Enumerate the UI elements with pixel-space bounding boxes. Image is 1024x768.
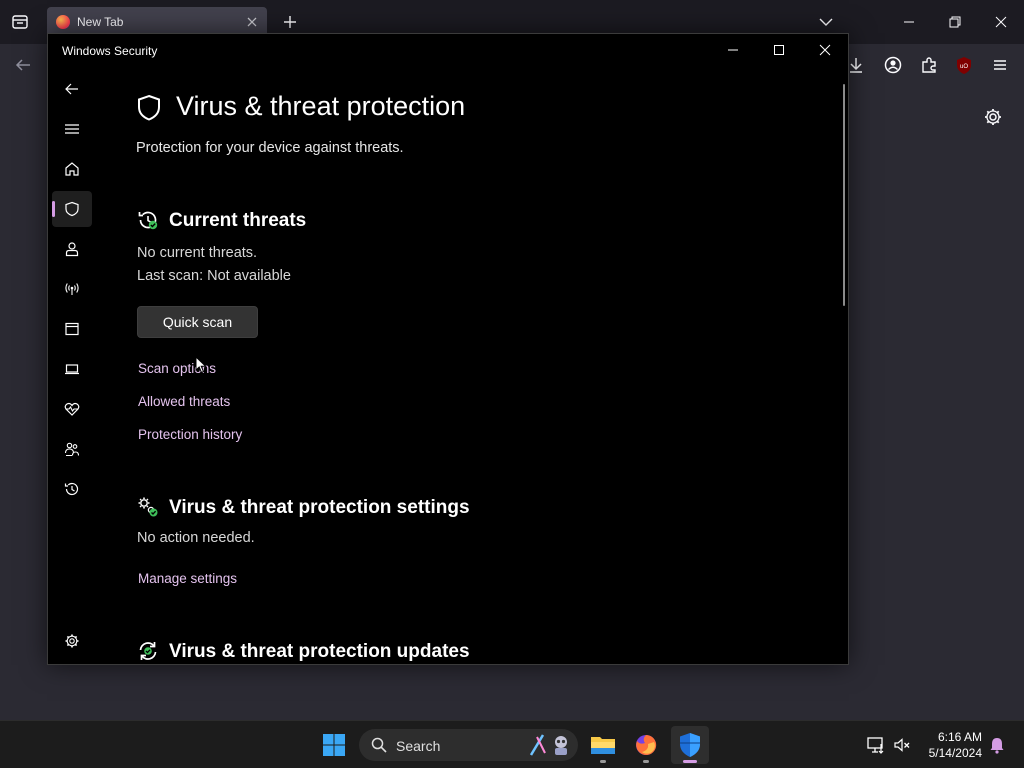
menu-icon (65, 124, 79, 134)
search-highlight-icon (529, 734, 567, 756)
protection-updates-title: Virus & threat protection updates (169, 641, 470, 662)
close-icon (819, 44, 831, 56)
taskbar-file-explorer[interactable] (584, 726, 622, 764)
taskbar-search-box[interactable]: Search (359, 729, 578, 761)
close-tab-icon[interactable] (243, 13, 261, 31)
page-shield-icon (138, 94, 160, 121)
device-health-icon (64, 402, 80, 416)
search-icon (371, 737, 387, 753)
nav-family-options[interactable] (52, 431, 92, 467)
protection-history-icon (64, 482, 79, 496)
network-remote-icon[interactable] (866, 735, 886, 755)
mouse-pointer-icon (195, 356, 207, 374)
browser-tab-title: New Tab (77, 15, 124, 29)
device-security-icon (65, 364, 79, 375)
protection-settings-status: No action needed. (137, 530, 255, 546)
active-nav-indicator (52, 201, 55, 217)
back-icon (65, 83, 78, 95)
running-indicator (643, 760, 649, 763)
browser-restore-icon[interactable] (932, 7, 978, 37)
menu-button[interactable] (52, 111, 92, 147)
minimize-icon (728, 49, 738, 51)
clock-date[interactable]: 5/14/2024 (918, 746, 982, 760)
notification-bell-icon[interactable] (987, 735, 1007, 755)
new-tab-plus-icon[interactable] (280, 12, 300, 32)
protection-settings-title: Virus & threat protection settings (169, 497, 470, 518)
allowed-threats-link[interactable]: Allowed threats (138, 394, 230, 409)
page-title: Virus & threat protection (176, 91, 466, 121)
file-explorer-icon (591, 737, 615, 754)
current-threats-status: No current threats. (137, 245, 258, 261)
active-app-indicator (683, 760, 697, 763)
search-label: Search (396, 738, 441, 754)
hamburger-menu-icon[interactable] (989, 54, 1011, 76)
taskbar-firefox[interactable] (627, 726, 665, 764)
shield-icon (65, 201, 79, 217)
protection-updates-icon (139, 642, 157, 660)
back-button[interactable] (52, 71, 92, 107)
window-title: Windows Security (62, 44, 158, 58)
nav-virus-threat-protection[interactable] (52, 191, 92, 227)
home-icon (65, 162, 79, 176)
nav-settings[interactable] (52, 623, 92, 659)
browser-minimize-icon[interactable] (886, 7, 932, 37)
account-circle-icon[interactable] (882, 54, 904, 76)
maximize-icon (774, 45, 784, 55)
nav-account-protection[interactable] (52, 231, 92, 267)
windows-security-shield-icon (680, 733, 700, 757)
last-scan-status: Last scan: Not available (137, 268, 291, 284)
protection-settings-gears-icon (138, 497, 158, 517)
minimize-button[interactable] (710, 34, 756, 66)
quick-scan-button[interactable]: Quick scan (137, 306, 258, 338)
page-subtitle: Protection for your device against threa… (136, 140, 404, 156)
window-title-bar[interactable]: Windows Security (48, 34, 848, 66)
back-arrow-icon[interactable] (12, 54, 34, 76)
firefox-view-icon[interactable] (10, 12, 30, 32)
svg-text:uO: uO (960, 64, 968, 70)
taskbar-windows-security[interactable] (671, 726, 709, 764)
nav-firewall-network[interactable] (52, 271, 92, 307)
ublock-origin-icon[interactable]: uO (953, 54, 975, 76)
extensions-puzzle-icon[interactable] (918, 54, 940, 76)
firefox-icon (56, 15, 70, 29)
firewall-network-icon (65, 283, 79, 295)
nav-device-security[interactable] (52, 351, 92, 387)
windows-security-window: Windows Security Virus & threat protecti… (47, 33, 849, 665)
taskbar: Search 6:16 AM 5/14/2024 (0, 720, 1024, 768)
settings-icon (65, 634, 79, 648)
nav-device-performance-health[interactable] (52, 391, 92, 427)
newtab-settings-gear-icon[interactable] (982, 106, 1004, 128)
firefox-icon (636, 734, 657, 755)
volume-muted-icon[interactable] (892, 735, 912, 755)
browser-close-icon[interactable] (978, 7, 1024, 37)
current-threats-title: Current threats (169, 210, 307, 231)
manage-settings-link[interactable]: Manage settings (138, 571, 237, 586)
protection-history-link[interactable]: Protection history (138, 427, 242, 442)
family-options-icon (64, 442, 80, 457)
close-button[interactable] (802, 34, 848, 66)
nav-protection-history[interactable] (52, 471, 92, 507)
maximize-button[interactable] (756, 34, 802, 66)
nav-home[interactable] (52, 151, 92, 187)
app-browser-control-icon (65, 322, 79, 336)
vertical-scrollbar[interactable] (843, 84, 845, 306)
running-indicator (600, 760, 606, 763)
account-icon (65, 242, 79, 257)
nav-app-browser-control[interactable] (52, 311, 92, 347)
windows-start-icon[interactable] (322, 733, 346, 757)
current-threats-icon (138, 211, 158, 230)
clock-time[interactable]: 6:16 AM (918, 730, 982, 744)
list-all-tabs-chevron-icon[interactable] (816, 12, 836, 32)
